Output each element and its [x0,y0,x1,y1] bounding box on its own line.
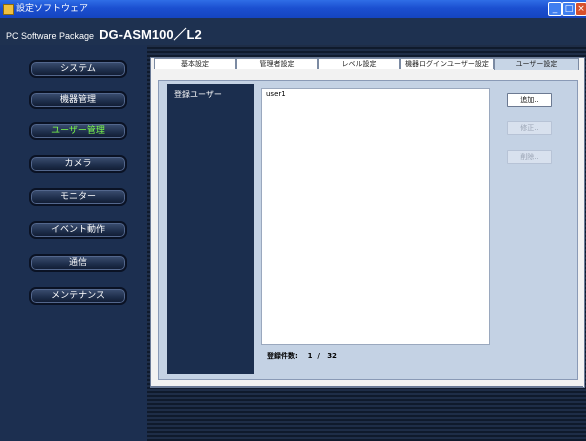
sidebar-item-system[interactable]: システム [29,60,127,78]
sidebar-item-communication[interactable]: 通信 [29,254,127,272]
sidebar-item-user-management[interactable]: ユーザー管理 [29,122,127,140]
count-separator: / [317,352,320,360]
tab-basic-settings[interactable]: 基本設定 [154,58,236,69]
tab-bar: 基本設定 管理者設定 レベル設定 機器ログインユーザー設定 ユーザー設定 [154,58,579,70]
sidebar-item-event-action[interactable]: イベント動作 [29,221,127,239]
app-icon [3,4,14,15]
maximize-icon[interactable]: □ [562,2,576,16]
count-current: 1 [307,352,313,360]
delete-button[interactable]: 削除.. [507,150,552,164]
list-item[interactable]: user1 [266,90,286,98]
label-column [167,84,254,374]
sidebar-item-monitor[interactable]: モニター [29,188,127,206]
app-prefix: PC Software Package [6,31,95,41]
user-list[interactable]: user1 [261,88,490,345]
window-titlebar: 設定ソフトウェア _ □ × [0,0,586,18]
tab-user-settings[interactable]: ユーザー設定 [494,58,579,70]
app-name: PC Software Package DG-ASM100／L2 [6,24,202,43]
add-button[interactable]: 追加.. [507,93,552,107]
tab-admin-settings[interactable]: 管理者設定 [236,58,318,69]
registration-count: 登録件数: 1 / 32 [267,351,337,361]
count-label: 登録件数: [267,352,298,360]
sidebar-item-camera[interactable]: カメラ [29,155,127,173]
product-name: DG-ASM100／L2 [99,27,202,42]
tab-device-login-user-settings[interactable]: 機器ログインユーザー設定 [400,58,494,69]
sidebar-item-device-management[interactable]: 機器管理 [29,91,127,109]
edit-button[interactable]: 修正.. [507,121,552,135]
registered-users-label: 登録ユーザー [174,90,222,99]
panel-bottom-border [150,386,583,388]
window-title: 設定ソフトウェア [16,4,89,14]
sidebar: システム 機器管理 ユーザー管理 カメラ モニター イベント動作 通信 メンテナ… [0,45,147,441]
close-icon[interactable]: × [575,2,586,16]
app-header: PC Software Package DG-ASM100／L2 [0,18,586,45]
count-max: 32 [327,352,337,360]
tab-level-settings[interactable]: レベル設定 [318,58,400,69]
sidebar-item-maintenance[interactable]: メンテナンス [29,287,127,305]
minimize-icon[interactable]: _ [548,2,562,16]
